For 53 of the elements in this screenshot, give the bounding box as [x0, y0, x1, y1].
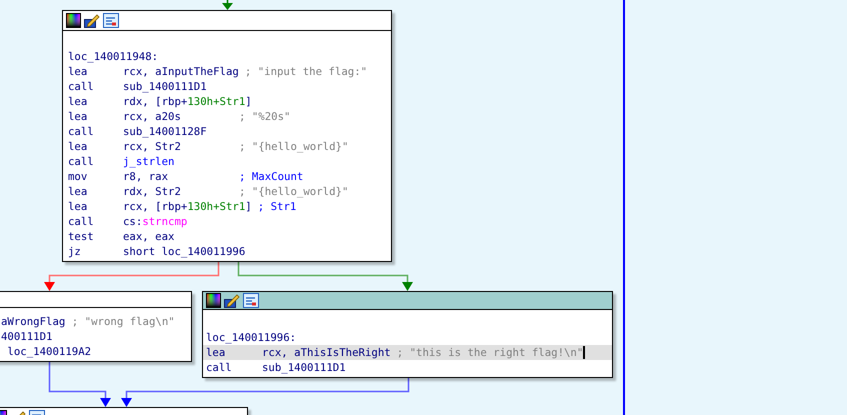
- flow-arrow: [222, 0, 233, 10]
- operands: rdx, [rbp+130h+Str1]: [123, 94, 252, 109]
- color-palette-icon[interactable]: [66, 13, 81, 28]
- code-line: loc_1400119A2: [6, 344, 92, 359]
- mnemonic: lea: [68, 139, 88, 154]
- code-label: loc_140011948:: [68, 49, 160, 64]
- mnemonic: mov: [68, 169, 88, 184]
- operands: eax, eax: [123, 229, 176, 244]
- mnemonic: call: [68, 154, 95, 169]
- operands: rcx, aInputTheFlag: [123, 64, 239, 79]
- code-comment: ; "%20s": [238, 109, 290, 124]
- mnemonic: call: [68, 214, 95, 229]
- mnemonic: call: [206, 360, 233, 375]
- mnemonic: lea: [68, 184, 88, 199]
- operands: j_strlen: [123, 154, 176, 169]
- operands: sub_1400111D1: [262, 360, 347, 375]
- graph-view-icon[interactable]: [103, 13, 119, 28]
- mnemonic: call: [68, 124, 95, 139]
- mnemonic: jz: [68, 244, 82, 259]
- code-block[interactable]: loc_140011996: lea rcx, aThisIsTheRight ; "this is the right flag!\n" call sub_1400111D1: [202, 291, 613, 378]
- operands: rcx, a20s: [123, 109, 182, 124]
- operands: rdx, Str2: [123, 184, 182, 199]
- graph-view-icon[interactable]: [243, 293, 259, 308]
- mnemonic: call: [68, 79, 95, 94]
- code-line: 400111D1: [1, 329, 54, 344]
- code-comment: ; Str1: [256, 199, 296, 214]
- code-comment: ; "{hello_world}": [238, 139, 348, 154]
- code-label: loc_140011996:: [206, 330, 298, 345]
- code-comment: ; MaxCount: [238, 169, 304, 184]
- code-block[interactable]: aWrongFlag ; "wrong flag\n" 400111D1 loc_1400119A2: [0, 291, 192, 362]
- mnemonic: lea: [206, 345, 226, 360]
- operands: short loc_140011996: [123, 244, 246, 259]
- code-block[interactable]: [62, 10, 392, 262]
- operands: sub_14001128F: [123, 124, 208, 139]
- operands: rcx, Str2: [123, 139, 182, 154]
- color-palette-icon[interactable]: [206, 293, 221, 308]
- operands: r8, rax: [123, 169, 170, 184]
- operands: rcx, aThisIsTheRight: [262, 345, 391, 360]
- operands: sub_1400111D1: [123, 79, 208, 94]
- mnemonic: lea: [68, 94, 88, 109]
- mnemonic: lea: [68, 64, 88, 79]
- mnemonic: lea: [68, 199, 88, 214]
- code-line: aWrongFlag ; "wrong flag\n": [1, 314, 176, 329]
- pencil-icon[interactable]: [84, 13, 100, 28]
- code-comment: ; "{hello_world}": [238, 184, 348, 199]
- flow-arrow: [48, 361, 111, 407]
- operands: cs:strncmp: [123, 214, 188, 229]
- operands: rcx, [rbp+130h+Str1]: [123, 199, 252, 214]
- pencil-icon[interactable]: [224, 293, 240, 308]
- code-comment: ; "this is the right flag!\n": [396, 345, 584, 360]
- code-comment: ; "input the flag:": [244, 64, 368, 79]
- mnemonic: test: [68, 229, 95, 244]
- mnemonic: lea: [68, 109, 88, 124]
